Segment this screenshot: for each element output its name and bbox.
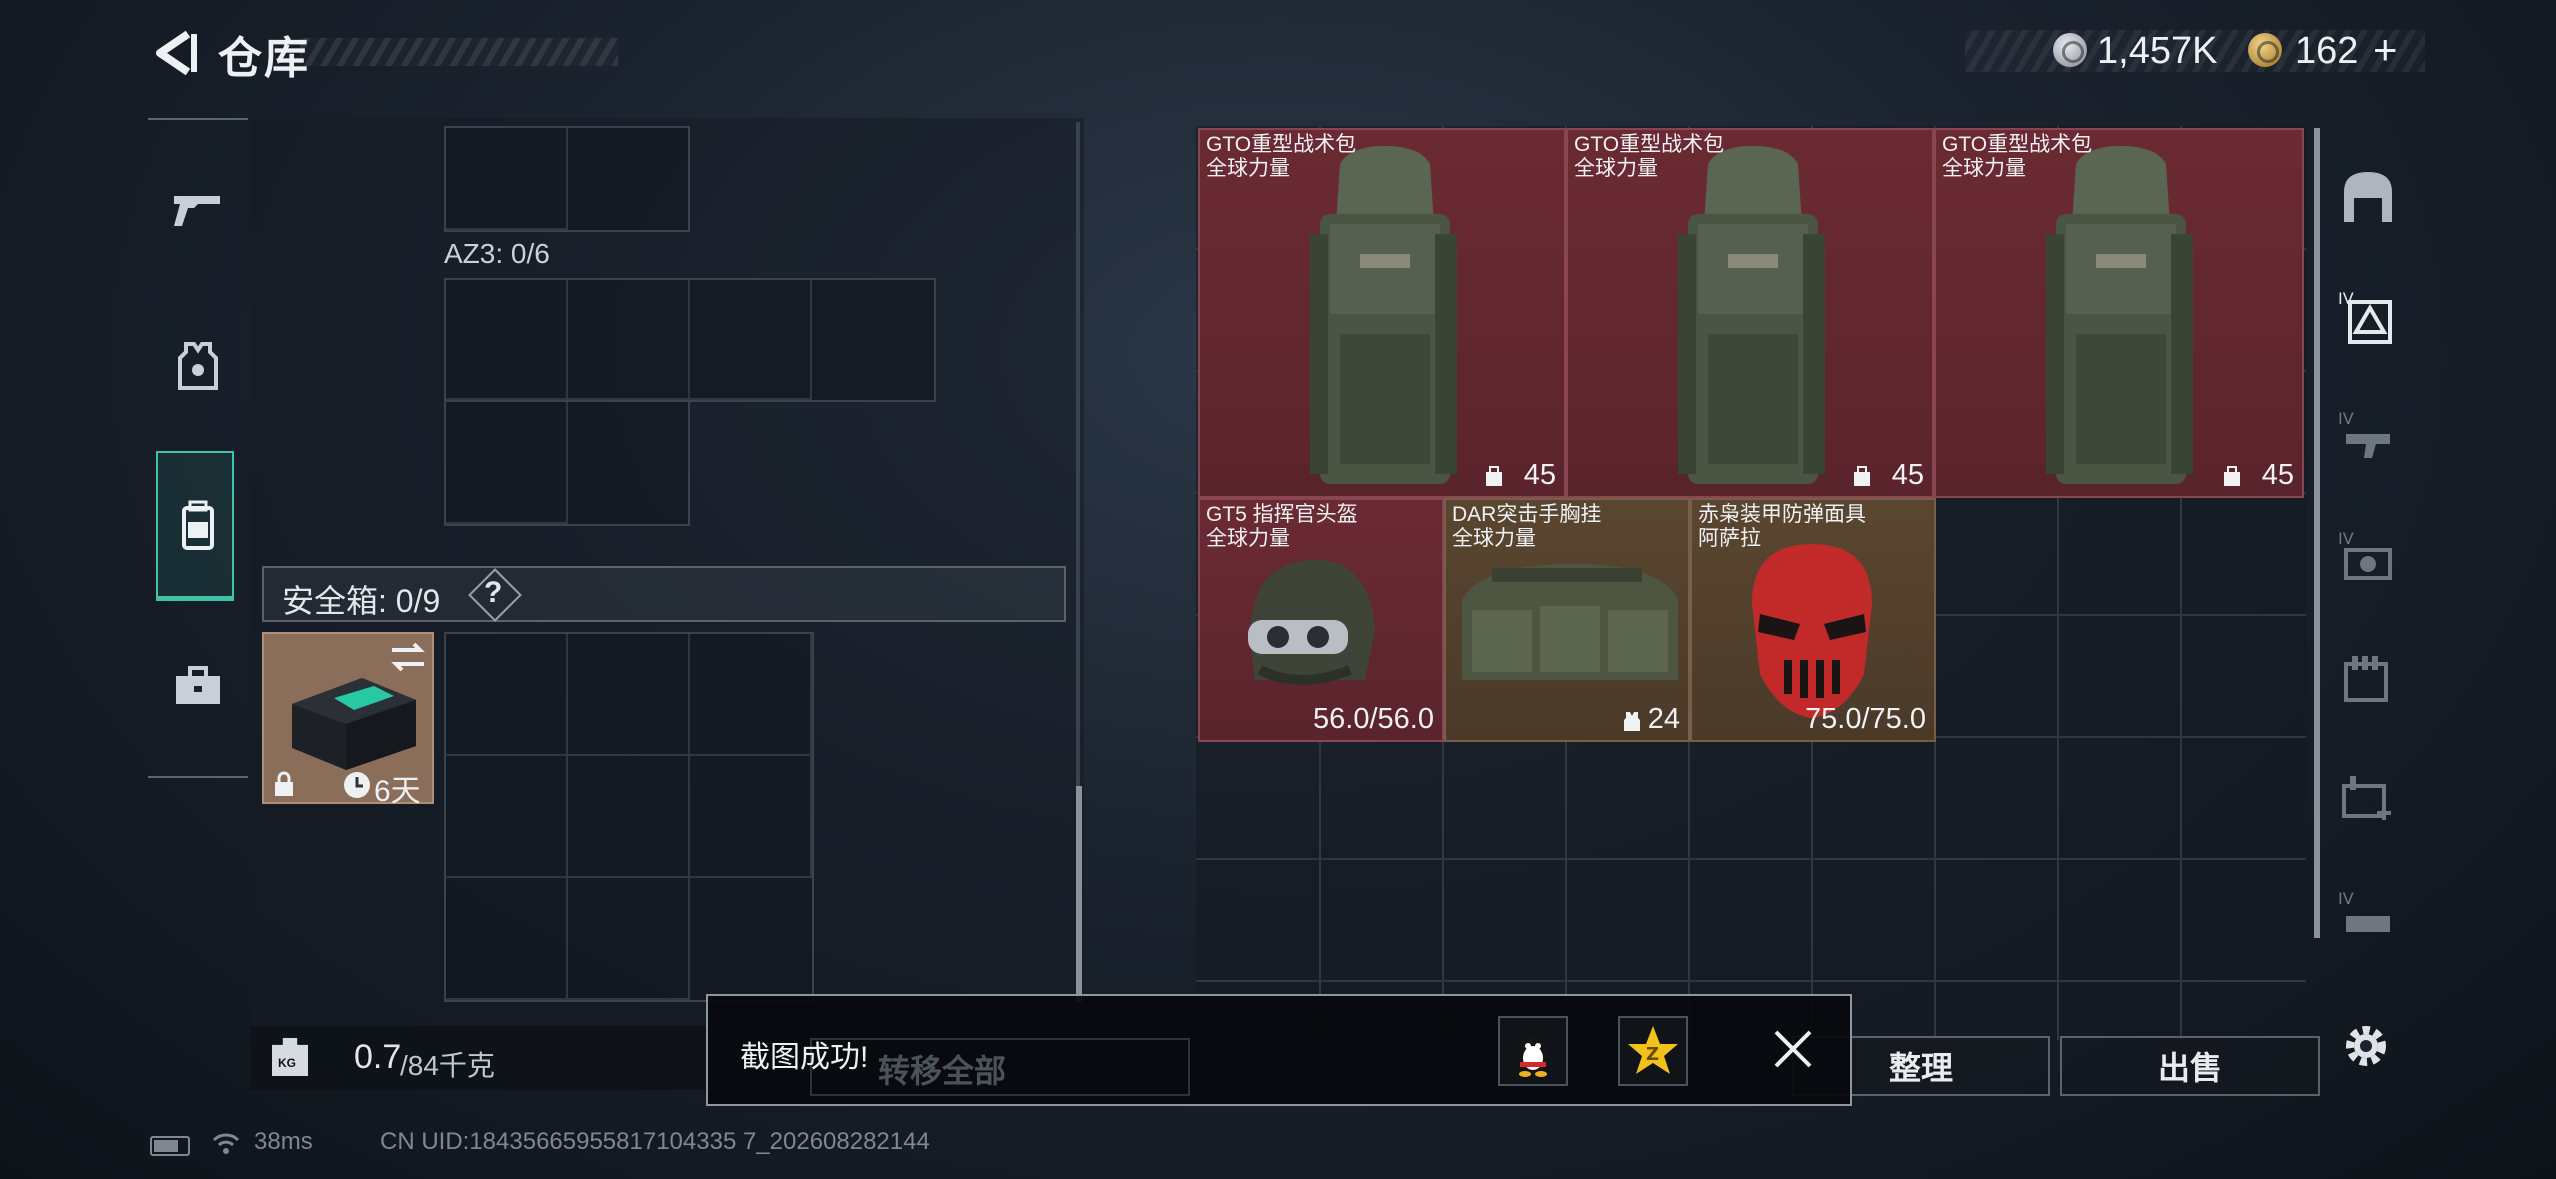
help-icon-text: ?	[484, 576, 503, 609]
item-faction: 全球力量	[1574, 157, 1658, 180]
safe-box-label: 安全箱: 0/9	[282, 583, 441, 619]
container-slot-grid[interactable]	[444, 278, 936, 402]
item-name: GTO重型战术包	[1574, 133, 1725, 156]
weight-bar: KG 0.7 /84千克	[250, 1026, 710, 1090]
medical-tab-icon[interactable]	[2336, 766, 2400, 830]
svg-text:IV: IV	[2338, 529, 2354, 548]
all-items-tab-icon[interactable]	[2336, 166, 2400, 230]
transfer-all-label: 转移全部	[878, 1053, 1007, 1089]
container-label: AZ3: 0/6	[444, 238, 550, 269]
title-decoration	[300, 38, 618, 66]
item-name: GT5 指挥官头盔	[1206, 503, 1358, 526]
toolbox-icon[interactable]	[168, 656, 228, 716]
nav-divider	[148, 118, 248, 120]
screenshot-toast: 转移全部 截图成功! Z	[706, 994, 1852, 1106]
lock-icon	[275, 771, 293, 796]
close-icon[interactable]	[1768, 1024, 1818, 1074]
qq-penguin-icon	[1518, 1035, 1548, 1077]
safe-box-item[interactable]: 6天	[262, 632, 434, 808]
vest-icon	[1624, 712, 1640, 731]
inventory-item-backpack[interactable]: GTO重型战术包 全球力量 45	[1934, 128, 2304, 498]
wifi-icon	[212, 1133, 240, 1154]
ammo-tab-icon[interactable]	[2336, 646, 2400, 710]
qq-share-button[interactable]	[1498, 1016, 1568, 1086]
add-currency-button[interactable]: +	[2373, 26, 2398, 74]
weight-max: /84千克	[400, 1050, 495, 1081]
item-faction: 全球力量	[1942, 157, 2026, 180]
item-name: 赤枭装甲防弹面具	[1698, 503, 1866, 526]
weight-icon	[1854, 466, 1870, 486]
item-faction: 全球力量	[1206, 527, 1290, 550]
weight-current: 0.7	[354, 1038, 402, 1076]
chest-rig-image	[1462, 564, 1678, 680]
safe-box-header: 安全箱: 0/9 ?	[262, 566, 1066, 622]
inventory-item-helmet[interactable]: GT5 指挥官头盔 全球力量 56.0/56.0	[1198, 498, 1444, 742]
tier-iv-equipment-tab-icon[interactable]: IV	[2336, 526, 2400, 590]
item-capacity: 45	[2261, 459, 2294, 491]
svg-text:IV: IV	[2338, 889, 2354, 908]
item-name: GTO重型战术包	[1942, 133, 2093, 156]
backpack-image	[1678, 146, 1825, 484]
toast-message: 截图成功!	[740, 1041, 869, 1074]
backpack-image	[1310, 146, 1457, 484]
mask-image	[1752, 544, 1872, 718]
svg-text:Z: Z	[1646, 1044, 1659, 1065]
swap-icon[interactable]	[388, 640, 428, 674]
user-uid: CN UID:18435665955817104335 7_2026082821…	[380, 1128, 930, 1155]
item-faction: 阿萨拉	[1698, 527, 1761, 550]
left-scrollbar[interactable]	[1076, 786, 1082, 1002]
nav-divider	[148, 776, 248, 778]
weight-icon-label: KG	[278, 1056, 296, 1070]
settings-gear-icon[interactable]	[2338, 1018, 2394, 1074]
item-durability: 75.0/75.0	[1805, 703, 1926, 735]
weight-icon	[2224, 466, 2240, 486]
warehouse-tabs: IV IV IV IV	[2330, 126, 2406, 1026]
gold-coin-icon	[2248, 33, 2282, 67]
item-name: GTO重型战术包	[1206, 133, 1357, 156]
battery-icon	[150, 1136, 190, 1156]
backpack-icon[interactable]	[168, 496, 228, 556]
backpack-image	[2046, 146, 2193, 484]
inventory-item-backpack[interactable]: GTO重型战术包 全球力量 45	[1566, 128, 1934, 498]
helmet-image	[1248, 560, 1375, 685]
ping-readout: 38ms	[254, 1128, 313, 1155]
inventory-item-chest-rig[interactable]: DAR突击手胸挂 全球力量 24	[1444, 498, 1690, 742]
item-name: DAR突击手胸挂	[1452, 503, 1602, 526]
armor-vest-icon[interactable]	[168, 336, 228, 396]
svg-text:IV: IV	[2338, 409, 2354, 428]
clock-icon	[344, 772, 370, 798]
safe-box-image	[292, 678, 416, 770]
right-scrollbar[interactable]	[2314, 128, 2320, 938]
category-nav	[148, 118, 248, 778]
page-title: 仓库	[218, 34, 310, 83]
currency-bar: 1,457K 162 +	[1965, 26, 2425, 73]
safe-box-timer: 6天	[374, 775, 421, 808]
safe-box-grid[interactable]	[444, 632, 814, 1002]
item-capacity: 24	[1647, 703, 1680, 735]
inventory-item-backpack[interactable]: GTO重型战术包 全球力量 45	[1198, 128, 1566, 498]
qzone-share-button[interactable]: Z	[1618, 1016, 1688, 1086]
item-capacity: 45	[1891, 459, 1924, 491]
container-slot-grid[interactable]	[444, 400, 690, 526]
item-faction: 全球力量	[1452, 527, 1536, 550]
container-slot-grid[interactable]	[444, 126, 690, 232]
inventory-item-mask[interactable]: 赤枭装甲防弹面具 阿萨拉 75.0/75.0	[1690, 498, 1936, 742]
qzone-star-icon: Z	[1628, 1026, 1678, 1074]
item-durability: 56.0/56.0	[1313, 703, 1434, 735]
silver-amount: 1,457K	[2097, 30, 2218, 72]
pistol-icon[interactable]	[168, 178, 228, 238]
tier-iv-gear-tab-icon[interactable]: IV	[2336, 286, 2400, 350]
back-arrow-icon[interactable]	[150, 28, 200, 78]
weight-icon	[1486, 466, 1502, 486]
item-capacity: 45	[1523, 459, 1556, 491]
gold-amount: 162	[2295, 30, 2359, 72]
silver-coin-icon	[2053, 33, 2087, 67]
sell-button[interactable]: 出售	[2060, 1036, 2320, 1096]
item-faction: 全球力量	[1206, 157, 1290, 180]
tier-iv-weapon-tab-icon[interactable]: IV	[2336, 406, 2400, 470]
tier-iv-misc-tab-icon[interactable]: IV	[2336, 886, 2400, 950]
